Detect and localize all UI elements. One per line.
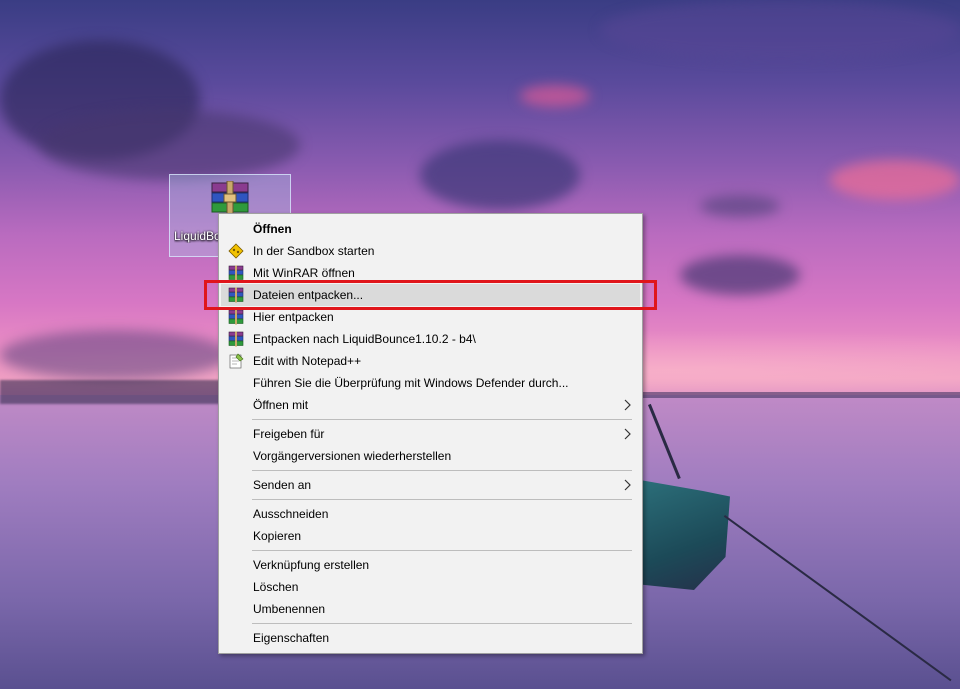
- cloud: [40, 110, 300, 180]
- menu-item-label: Verknüpfung erstellen: [253, 558, 370, 572]
- menu-item-label: Vorgängerversionen wiederherstellen: [253, 449, 452, 463]
- winrar-icon: [228, 331, 244, 347]
- menu-separator: [252, 419, 632, 420]
- cloud: [680, 255, 800, 295]
- menu-item-label: Öffnen: [253, 222, 292, 236]
- menu-item-label: Öffnen mit: [253, 398, 309, 412]
- menu-item-öffnen-mit[interactable]: Öffnen mit: [219, 394, 642, 416]
- menu-separator: [252, 499, 632, 500]
- menu-separator: [252, 550, 632, 551]
- menu-item-label: Edit with Notepad++: [253, 354, 362, 368]
- winrar-icon: [228, 309, 244, 325]
- menu-item-führen-sie-die-überprüfung-mit-windows-defender-durch[interactable]: Führen Sie die Überprüfung mit Windows D…: [219, 372, 642, 394]
- menu-item-ausschneiden[interactable]: Ausschneiden: [219, 503, 642, 525]
- menu-item-label: Eigenschaften: [253, 631, 330, 645]
- menu-item-dateien-entpacken[interactable]: Dateien entpacken...: [221, 284, 640, 306]
- menu-item-freigeben-für[interactable]: Freigeben für: [219, 423, 642, 445]
- menu-item-label: Freigeben für: [253, 427, 325, 441]
- menu-item-label: Führen Sie die Überprüfung mit Windows D…: [253, 376, 569, 390]
- cloud: [700, 195, 780, 217]
- chevron-right-icon: [622, 394, 632, 416]
- menu-item-umbenennen[interactable]: Umbenennen: [219, 598, 642, 620]
- menu-item-edit-with-notepad[interactable]: Edit with Notepad++: [219, 350, 642, 372]
- notepad-plus-plus-icon: [228, 353, 244, 369]
- menu-item-label: Umbenennen: [253, 602, 326, 616]
- context-menu: Öffnen In der Sandbox starten Mit WinRAR ö…: [218, 213, 643, 654]
- menu-item-mit-winrar-öffnen[interactable]: Mit WinRAR öffnen: [219, 262, 642, 284]
- cloud: [830, 160, 960, 200]
- winrar-archive-icon: [211, 181, 249, 215]
- chevron-right-icon: [622, 474, 632, 496]
- menu-item-vorgängerversionen-wiederherstellen[interactable]: Vorgängerversionen wiederherstellen: [219, 445, 642, 467]
- menu-separator: [252, 623, 632, 624]
- menu-item-label: Kopieren: [253, 529, 302, 543]
- menu-item-label: Senden an: [253, 478, 312, 492]
- menu-item-label: Entpacken nach LiquidBounce1.10.2 - b4\: [253, 332, 476, 346]
- menu-item-label: Mit WinRAR öffnen: [253, 266, 355, 280]
- chevron-right-icon: [622, 423, 632, 445]
- menu-item-löschen[interactable]: Löschen: [219, 576, 642, 598]
- distant-pier: [0, 380, 230, 404]
- cloud: [0, 330, 230, 380]
- far-shoreline: [640, 392, 960, 398]
- menu-item-label: In der Sandbox starten: [253, 244, 375, 258]
- menu-item-hier-entpacken[interactable]: Hier entpacken: [219, 306, 642, 328]
- menu-item-label: Ausschneiden: [253, 507, 329, 521]
- winrar-icon: [228, 265, 244, 281]
- menu-separator: [252, 470, 632, 471]
- menu-item-in-der-sandbox-starten[interactable]: In der Sandbox starten: [219, 240, 642, 262]
- menu-item-label: Dateien entpacken...: [253, 288, 364, 302]
- menu-item-eigenschaften[interactable]: Eigenschaften: [219, 627, 642, 649]
- menu-item-öffnen[interactable]: Öffnen: [219, 218, 642, 240]
- winrar-icon: [228, 287, 244, 303]
- cloud: [520, 85, 590, 107]
- menu-item-label: Hier entpacken: [253, 310, 334, 324]
- cloud: [600, 0, 960, 60]
- menu-item-kopieren[interactable]: Kopieren: [219, 525, 642, 547]
- sandbox-icon: [228, 243, 244, 259]
- menu-item-senden-an[interactable]: Senden an: [219, 474, 642, 496]
- cloud: [420, 140, 580, 210]
- menu-item-label: Löschen: [253, 580, 299, 594]
- desktop-background: LiquidBounce1.10.2 - b4 ÖffnenIn der San…: [0, 0, 960, 689]
- menu-item-entpacken-nach-liquidbounce1-10-2-b4[interactable]: Entpacken nach LiquidBounce1.10.2 - b4\: [219, 328, 642, 350]
- menu-item-verknüpfung-erstellen[interactable]: Verknüpfung erstellen: [219, 554, 642, 576]
